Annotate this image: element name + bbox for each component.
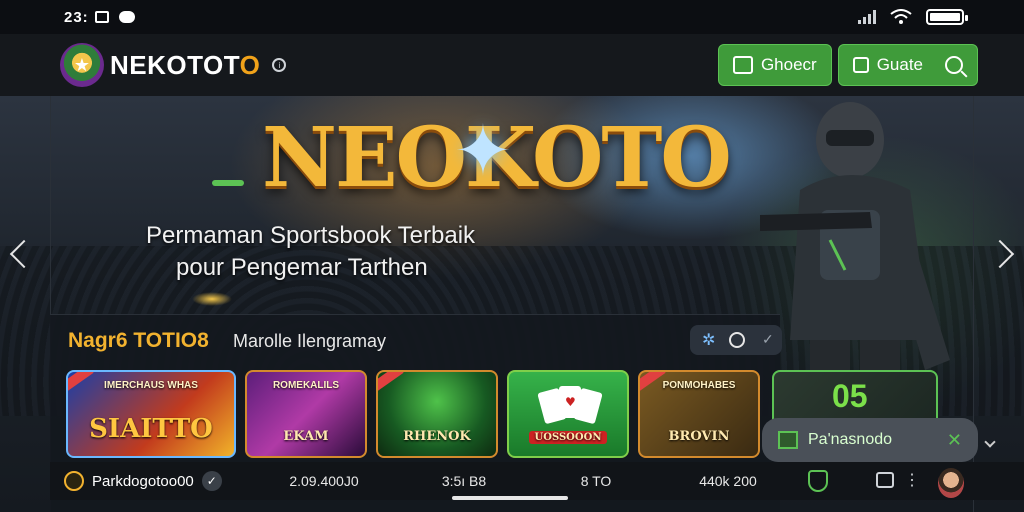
promo-toast[interactable]: Pa'nasnodo ✕ (762, 418, 978, 462)
header-button-register-label: Guate (876, 55, 923, 74)
lock-icon[interactable] (876, 472, 894, 488)
stat-value-4: 440k 200 (699, 473, 757, 489)
game-card-1[interactable]: IMERCHAUS WHAS SIAITTO (66, 370, 236, 458)
stat-value-3: 8 TO (580, 473, 612, 489)
stat-value-1: 2.09.400J0 (289, 473, 359, 489)
section-subtitle: Marolle Ilengramay (233, 331, 387, 351)
promo-number: 05 (832, 378, 868, 414)
logo-icon[interactable]: ★ (60, 43, 104, 87)
notification-icon (94, 11, 109, 23)
game-card-2[interactable]: ROMEKALILS EKAM (245, 370, 367, 458)
coin-glow (192, 292, 232, 306)
status-right-icons (858, 9, 968, 25)
playing-cards-icon: ♥ (537, 386, 603, 424)
stat-user-label: Parkdogotoo00 (92, 472, 194, 490)
search-icon[interactable] (945, 56, 963, 74)
game-card-top: PONMOHABES (662, 380, 736, 391)
bottom-lock-group: ⋮ (876, 470, 920, 490)
coin-icon (64, 471, 84, 491)
brand-accent: O (239, 49, 261, 80)
avatar[interactable] (938, 468, 964, 498)
info-icon[interactable]: i (272, 58, 287, 72)
svg-text:♥: ♥ (565, 395, 576, 409)
gamepad-icon (118, 11, 135, 23)
brand-name[interactable]: NEKOTOTO (110, 50, 260, 81)
game-card-label: BROVIN (668, 429, 730, 444)
game-card-label: EKAM (283, 429, 329, 444)
app-screen: 23: ★ NEKOTOTO i Ghoecr Guate NEOKOTO ✦ … (0, 0, 1024, 512)
home-indicator[interactable] (452, 496, 568, 500)
stat-user[interactable]: Parkdogotoo00 ✓ (64, 471, 254, 491)
image-upload-icon (732, 56, 753, 74)
signal-icon (858, 10, 876, 24)
circle-icon[interactable] (729, 332, 746, 348)
star-emblem-icon: ✦ (453, 112, 513, 190)
more-icon[interactable]: ⋮ (904, 470, 920, 490)
section-title: Nagr6 TOTIO8 (68, 329, 209, 352)
flag-icon (778, 431, 798, 449)
header-button-login[interactable]: Ghoecr (717, 44, 832, 86)
close-icon[interactable]: ✕ (947, 430, 962, 451)
battery-level (930, 13, 960, 21)
top-header: ★ NEKOTOTO i Ghoecr Guate (0, 34, 1024, 96)
game-card-top: ROMEKALILS (272, 380, 340, 391)
hero-accent-bar (212, 180, 244, 186)
game-card-label: SIAITTO (89, 414, 213, 444)
status-bar: 23: (0, 0, 1024, 34)
game-cards: IMERCHAUS WHAS SIAITTO ROMEKALILS EKAM R… (66, 370, 760, 458)
bottom-shield[interactable] (808, 470, 828, 492)
stat-value-2: 3:5ı B8 (441, 473, 487, 489)
toast-label: Pa'nasnodo (808, 431, 893, 448)
header-button-login-label: Ghoecr (760, 55, 817, 74)
header-button-register[interactable]: Guate (837, 44, 978, 86)
status-left-icons (94, 11, 135, 23)
game-card-label: RHENOK (403, 429, 471, 444)
hero-tagline-1: Permaman Sportsbook Terbaik (146, 222, 476, 249)
battery-icon (926, 9, 968, 25)
check-icon[interactable]: ✓ (762, 331, 774, 348)
hero-tagline-2: pour Pengemar Tarthen (176, 254, 428, 281)
game-card-3[interactable]: RHENOK (376, 370, 498, 458)
game-card-5[interactable]: PONMOHABES BROVIN (638, 370, 760, 458)
square-icon (852, 57, 869, 73)
check-circle-icon: ✓ (201, 471, 222, 491)
shield-icon[interactable] (808, 470, 828, 492)
snowflake-icon[interactable]: ✲ (702, 330, 715, 350)
status-time: 23: (64, 8, 89, 26)
game-card-4[interactable]: ♥ UOSSOOON (507, 370, 629, 458)
hot-ribbon (378, 372, 404, 394)
header-actions: Ghoecr Guate (717, 44, 978, 86)
wifi-icon (890, 9, 912, 24)
game-card-top: IMERCHAUS WHAS (104, 380, 198, 391)
game-card-label: UOSSOOON (528, 431, 608, 444)
